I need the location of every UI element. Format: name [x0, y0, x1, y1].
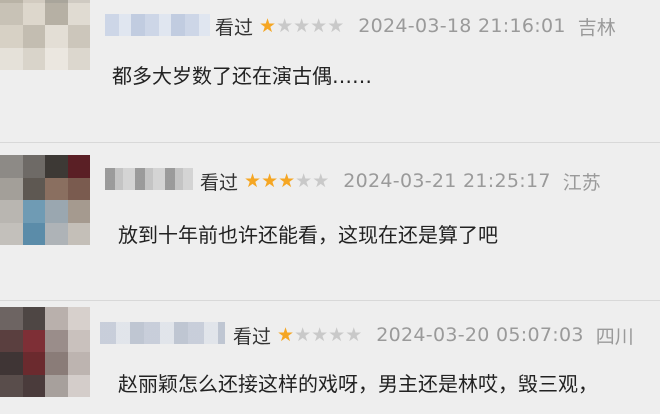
star-filled-icon: ★ — [261, 169, 279, 192]
star-empty-icon: ★ — [345, 323, 363, 346]
divider — [0, 142, 660, 143]
avatar[interactable] — [0, 0, 90, 70]
comment-item: 看过 ★ ★ ★ ★ ★ 2024-03-18 21:16:01 吉林 都多大岁数了还在… — [0, 0, 660, 140]
watch-status: 看过 — [215, 16, 254, 39]
rating-stars: ★ ★ ★ ★ ★ — [244, 169, 330, 192]
rating-stars: ★ ★ ★ ★ ★ — [259, 14, 345, 37]
comment-timestamp: 2024-03-18 21:16:01 — [358, 15, 566, 37]
star-filled-icon: ★ — [277, 323, 295, 346]
comment-meta: 看过 ★ ★ ★ ★ ★ 2024-03-20 05:07:03 四川 — [233, 321, 634, 349]
comment-item: 看过 ★ ★ ★ ★ ★ 2024-03-20 05:07:03 四川 赵丽颖怎么还接这… — [0, 305, 660, 414]
comment-location: 江苏 — [562, 171, 601, 194]
star-empty-icon: ★ — [294, 323, 312, 346]
comment-timestamp: 2024-03-21 21:25:17 — [343, 170, 551, 192]
comment-text: 都多大岁数了还在演古偶…… — [112, 64, 372, 88]
comment-text: 放到十年前也许还能看，这现在还是算了吧 — [118, 223, 498, 247]
star-empty-icon: ★ — [276, 14, 294, 37]
star-empty-icon: ★ — [310, 14, 328, 37]
watch-status: 看过 — [200, 171, 239, 194]
comment-location: 吉林 — [577, 16, 616, 39]
star-empty-icon: ★ — [295, 169, 313, 192]
comment-meta: 看过 ★ ★ ★ ★ ★ 2024-03-18 21:16:01 吉林 — [215, 12, 616, 40]
star-empty-icon: ★ — [328, 323, 346, 346]
star-empty-icon: ★ — [311, 323, 329, 346]
username-blurred[interactable] — [100, 322, 225, 344]
divider — [0, 300, 660, 301]
comment-timestamp: 2024-03-20 05:07:03 — [376, 324, 584, 346]
username-blurred[interactable] — [105, 14, 210, 36]
star-filled-icon: ★ — [244, 169, 262, 192]
avatar[interactable] — [0, 307, 90, 397]
star-empty-icon: ★ — [327, 14, 345, 37]
star-filled-icon: ★ — [259, 14, 277, 37]
star-empty-icon: ★ — [293, 14, 311, 37]
rating-stars: ★ ★ ★ ★ ★ — [277, 323, 363, 346]
watch-status: 看过 — [233, 325, 272, 348]
comment-location: 四川 — [595, 325, 634, 348]
comment-meta: 看过 ★ ★ ★ ★ ★ 2024-03-21 21:25:17 江苏 — [200, 167, 601, 195]
star-empty-icon: ★ — [312, 169, 330, 192]
username-blurred[interactable] — [105, 168, 193, 190]
star-filled-icon: ★ — [278, 169, 296, 192]
comment-text: 赵丽颖怎么还接这样的戏呀，男主还是林哎，毁三观， — [118, 372, 598, 396]
comment-item: 看过 ★ ★ ★ ★ ★ 2024-03-21 21:25:17 江苏 放到十年前也许还… — [0, 150, 660, 290]
avatar[interactable] — [0, 155, 90, 245]
